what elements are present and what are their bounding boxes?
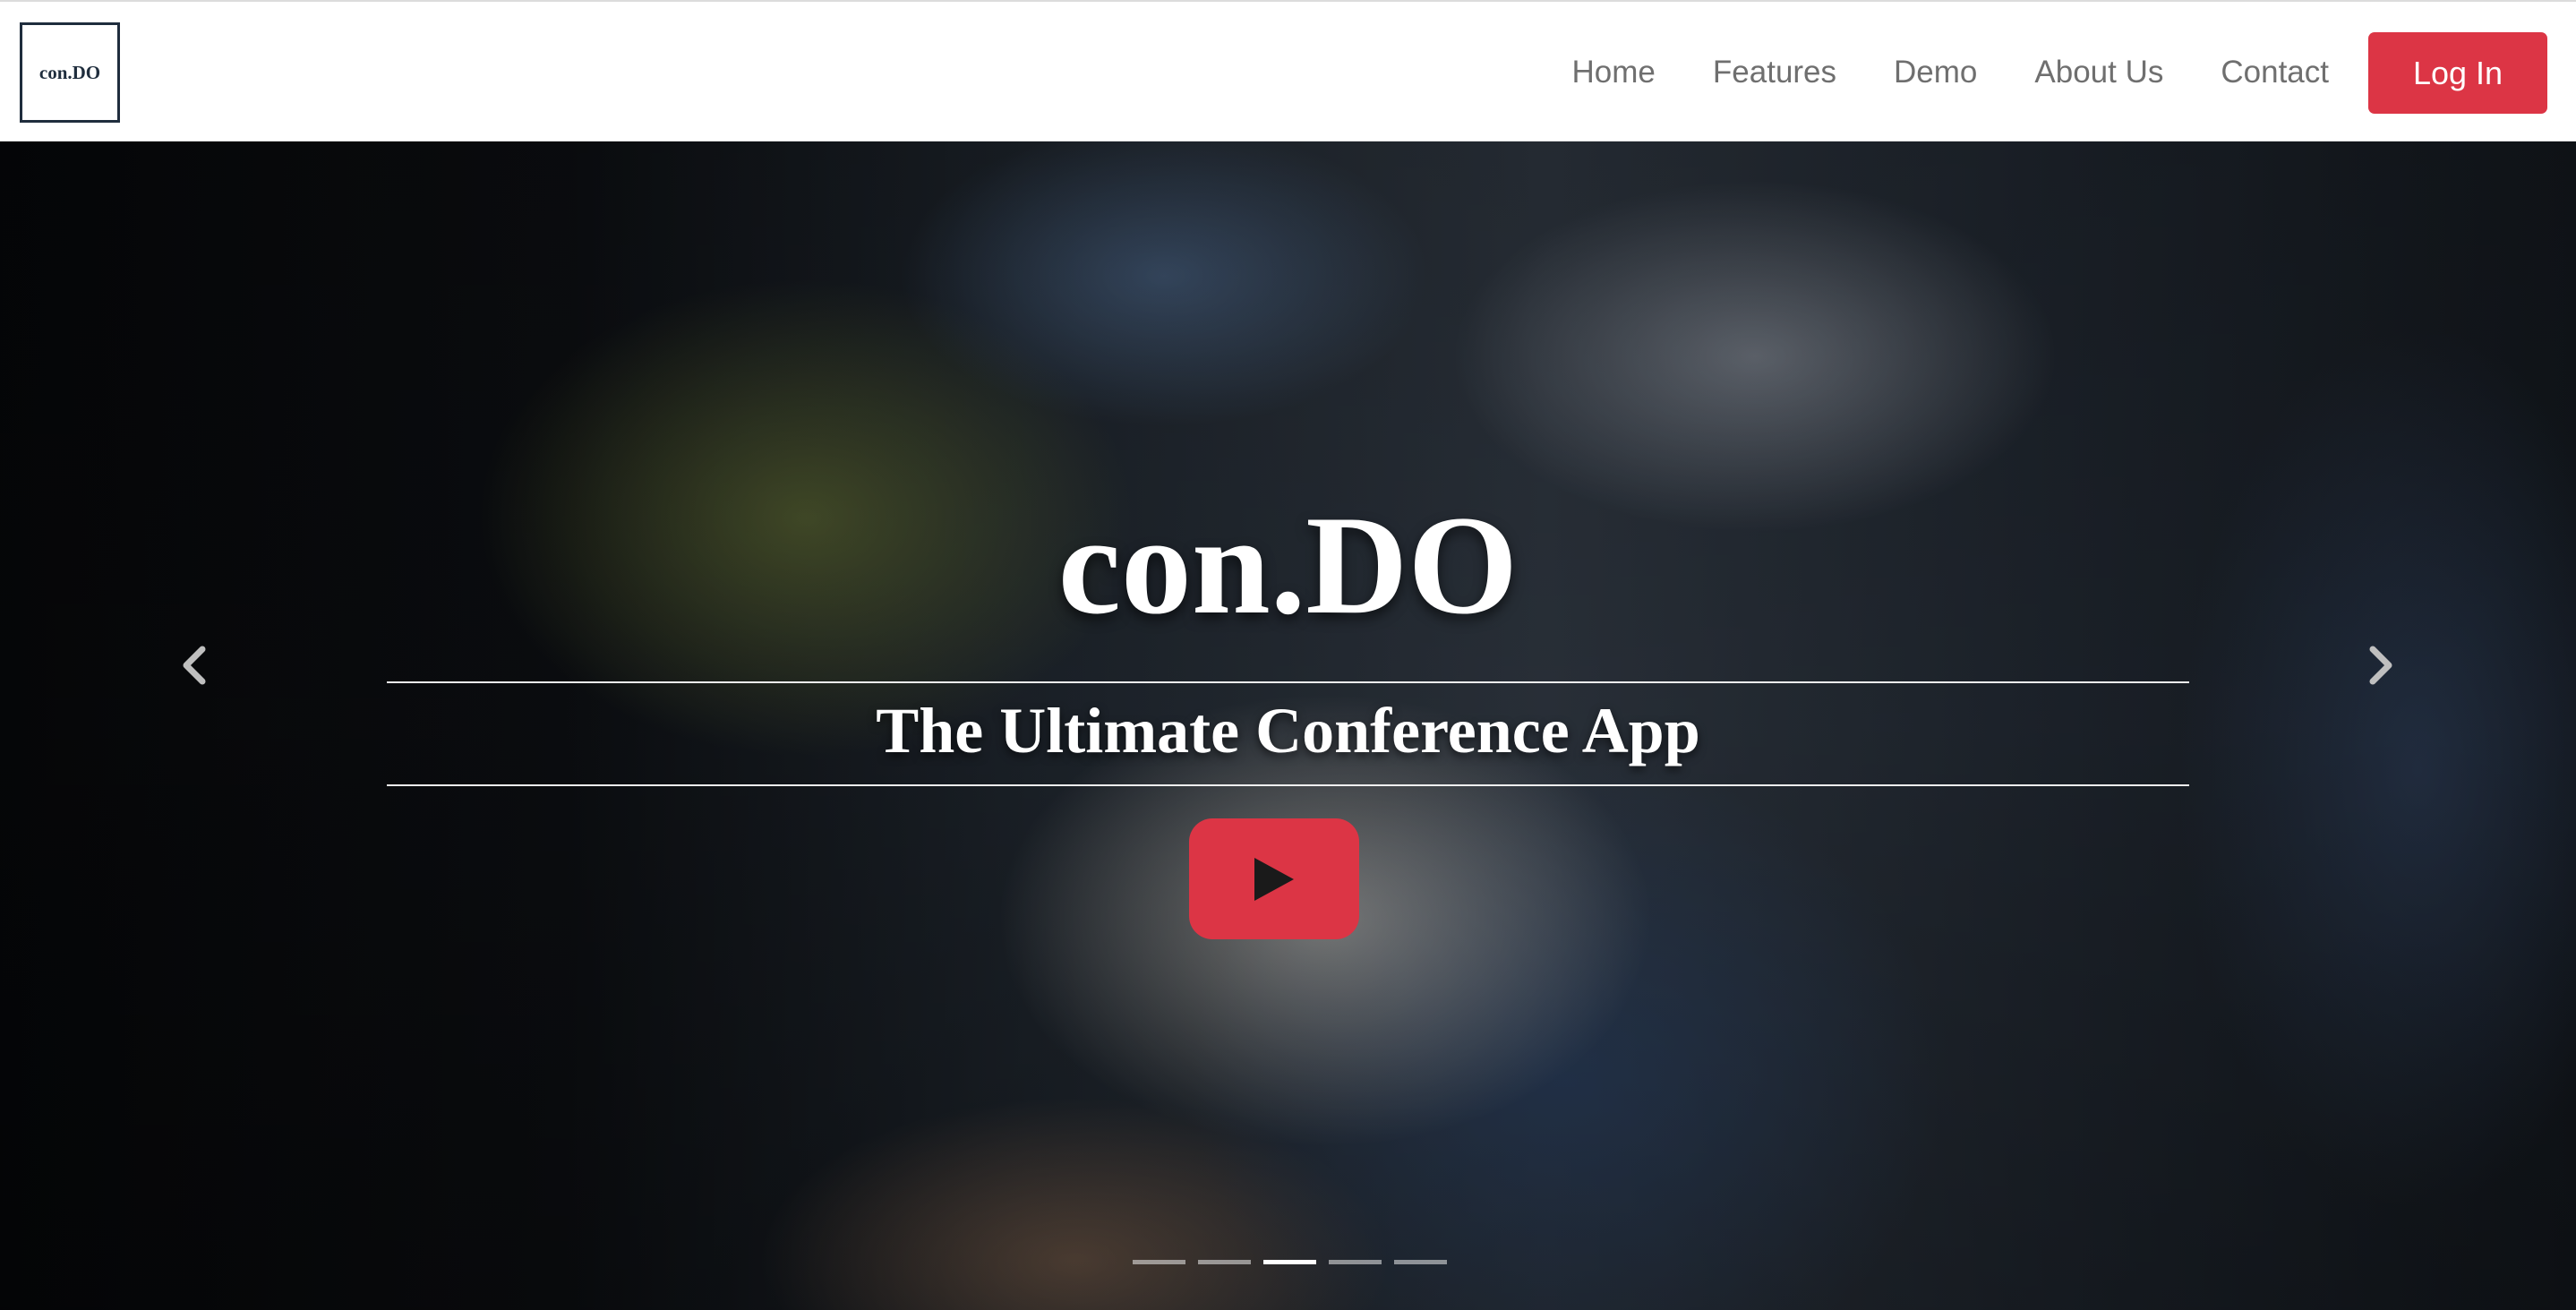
nav-link-contact[interactable]: Contact xyxy=(2221,55,2329,90)
carousel-indicator-3[interactable] xyxy=(1263,1260,1316,1264)
nav-link-features[interactable]: Features xyxy=(1713,55,1836,90)
play-icon xyxy=(1254,857,1294,901)
carousel-prev-button[interactable] xyxy=(167,638,220,692)
carousel-indicator-4[interactable] xyxy=(1329,1260,1382,1264)
hero-carousel: con.DO The Ultimate Conference App xyxy=(0,141,2576,1310)
video-play-button[interactable] xyxy=(1189,818,1359,939)
chevron-left-icon xyxy=(183,646,206,685)
nav-links: Home Features Demo About Us Contact xyxy=(1572,2,2329,143)
hero-divider-bottom xyxy=(387,784,2189,786)
navbar: con.DO Home Features Demo About Us Conta… xyxy=(0,0,2576,141)
hero-title: con.DO xyxy=(1057,487,1519,644)
carousel-indicator-2[interactable] xyxy=(1198,1260,1251,1264)
hero-subtitle: The Ultimate Conference App xyxy=(876,695,1700,766)
chevron-right-icon xyxy=(2369,646,2392,685)
carousel-indicators xyxy=(1133,1260,1447,1264)
hero-divider-top xyxy=(387,681,2189,683)
carousel-next-button[interactable] xyxy=(2355,638,2409,692)
nav-link-demo[interactable]: Demo xyxy=(1894,55,1977,90)
nav-link-home[interactable]: Home xyxy=(1572,55,1656,90)
carousel-indicator-1[interactable] xyxy=(1133,1260,1185,1264)
nav-link-about-us[interactable]: About Us xyxy=(2034,55,2163,90)
brand-logo[interactable]: con.DO xyxy=(20,22,120,123)
carousel-indicator-5[interactable] xyxy=(1394,1260,1447,1264)
login-button[interactable]: Log In xyxy=(2368,32,2547,114)
